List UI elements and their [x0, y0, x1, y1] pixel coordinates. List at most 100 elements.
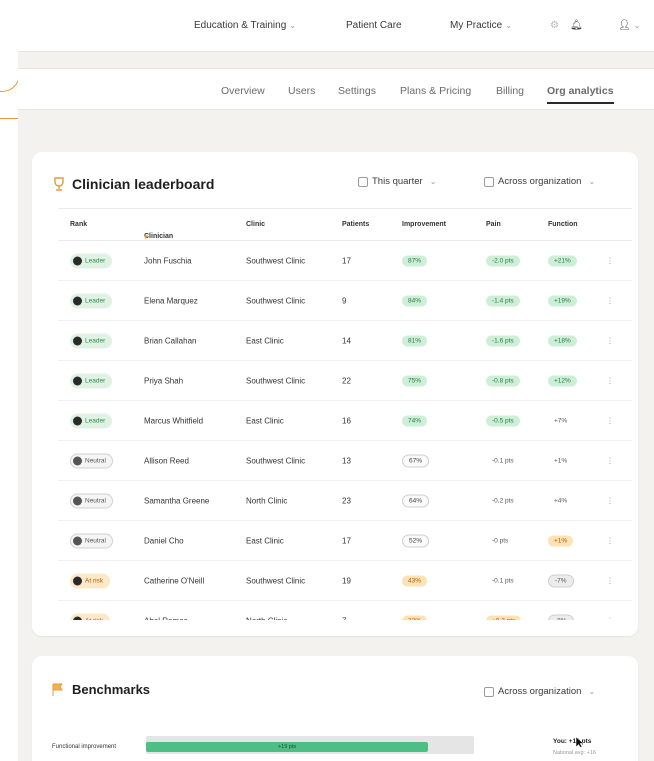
function-value: +21% [548, 255, 577, 266]
column-header-improvement[interactable]: Improvement [402, 221, 446, 228]
nav-patient-care[interactable]: Patient Care [346, 20, 402, 31]
pain-pill: -1.6 pts [486, 335, 520, 346]
more-options-icon[interactable]: ⋮ [606, 296, 614, 305]
clinician-name[interactable]: Daniel Cho [144, 536, 234, 545]
tab-plans-pricing[interactable]: Plans & Pricing [400, 85, 471, 97]
clinician-name[interactable]: Priya Shah [144, 376, 234, 385]
clinic-name: Southwest Clinic [246, 256, 306, 265]
more-options-icon[interactable]: ⋮ [606, 536, 614, 545]
improvement-value: 74% [402, 415, 428, 426]
improvement-pill: 64% [402, 494, 430, 507]
tab-billing[interactable]: Billing [496, 85, 524, 97]
user-icon[interactable]: 👤︎ ⌄ [618, 20, 640, 31]
tab-org-analytics[interactable]: Org analytics [547, 85, 614, 104]
column-header-pain[interactable]: Pain [486, 221, 501, 228]
period-filter-dropdown[interactable]: This quarter ⌄ [358, 176, 436, 187]
table-row[interactable]: At risk Catherine O'Neill Southwest Clinic… [58, 561, 632, 601]
nav-education-training[interactable]: Education & Training ⌄ [194, 20, 296, 31]
function-pill: +4% [548, 495, 573, 506]
table-row[interactable]: Neutral Allison Reed Southwest Clinic 13 67%… [58, 441, 632, 481]
function-value: -8% [548, 614, 574, 620]
tab-overview[interactable]: Overview [221, 85, 265, 97]
rank-dot-icon [73, 496, 82, 505]
trophy-icon [54, 177, 64, 191]
rank-dot-icon [73, 456, 82, 465]
scope-filter-dropdown[interactable]: Across organization ⌄ [484, 176, 595, 187]
table-row[interactable]: Leader John Fuschia Southwest Clinic 17 87% -… [58, 241, 632, 281]
table-row[interactable]: Leader Marcus Whitfield East Clinic 16 74% -0… [58, 401, 632, 441]
clinician-name[interactable]: Brian Callahan [144, 336, 234, 345]
table-row[interactable]: Leader Brian Callahan East Clinic 14 81% -1.6… [58, 321, 632, 361]
table-row[interactable]: Leader Elena Marquez Southwest Clinic 9 84% -… [58, 281, 632, 321]
clinic-name: Southwest Clinic [246, 376, 306, 385]
pain-pill: +0.3 pts [486, 615, 522, 620]
more-options-icon[interactable]: ⋮ [606, 416, 614, 425]
function-pill: +12% [548, 375, 577, 386]
clinic-name: North Clinic [246, 616, 287, 620]
settings-icon[interactable]: ⚙ [550, 20, 559, 31]
clinician-name[interactable]: Samantha Greene [144, 496, 234, 505]
benchmarks-card: Benchmarks Across organization ⌄ Functio… [32, 656, 638, 761]
rank-dot-icon [73, 536, 82, 545]
table-row[interactable]: Neutral Samantha Greene North Clinic 23 64% -… [58, 481, 632, 521]
function-value: +19% [548, 295, 577, 306]
patients-count: 23 [342, 496, 351, 505]
patients-count: 22 [342, 376, 351, 385]
table-row[interactable]: Leader Priya Shah Southwest Clinic 22 75% -0.… [58, 361, 632, 401]
pain-value: +0.3 pts [486, 615, 522, 620]
pain-pill: -2.0 pts [486, 255, 520, 266]
patients-count: 7 [342, 616, 346, 620]
benchmark-bar[interactable]: +19 pts [146, 742, 429, 752]
function-pill: +19% [548, 295, 577, 306]
clinician-name[interactable]: Catherine O'Neill [144, 576, 234, 585]
tab-settings[interactable]: Settings [338, 85, 376, 97]
patients-count: 19 [342, 576, 351, 585]
pain-pill: -0.1 pts [486, 575, 520, 586]
function-pill: -8% [548, 614, 574, 620]
more-options-icon[interactable]: ⋮ [606, 576, 614, 585]
column-header-function[interactable]: Function [548, 221, 578, 228]
table-row[interactable]: Neutral Daniel Cho East Clinic 17 52% -0 pts +… [58, 521, 632, 561]
clinic-name: East Clinic [246, 536, 284, 545]
improvement-value: 84% [402, 295, 428, 306]
leaderboard-title: Clinician leaderboard [52, 176, 214, 192]
more-options-icon[interactable]: ⋮ [606, 456, 614, 465]
clinician-name[interactable]: Abel Ramos [144, 616, 234, 620]
pain-pill: -0.8 pts [486, 375, 520, 386]
rank-label: Leader [85, 257, 106, 264]
clinician-name[interactable]: Marcus Whitfield [144, 416, 234, 425]
column-header-rank[interactable]: Rank [70, 221, 87, 228]
rank-label: Neutral [85, 497, 106, 504]
column-header-patients[interactable]: Patients [342, 221, 369, 228]
mouse-cursor-icon [576, 737, 584, 748]
benchmarks-scope-dropdown[interactable]: Across organization ⌄ [484, 686, 595, 697]
chevron-down-icon: ⌄ [429, 177, 437, 186]
pain-value: -0.2 pts [492, 497, 514, 504]
improvement-pill: 75% [402, 375, 428, 386]
clinician-name[interactable]: Elena Marquez [144, 296, 234, 305]
function-value: -7% [548, 574, 574, 587]
rank-label: Leader [85, 297, 106, 304]
rank-label: At risk [85, 617, 103, 620]
clinic-name: East Clinic [246, 416, 284, 425]
column-header-clinic[interactable]: Clinic [246, 221, 265, 228]
table-row[interactable]: At risk Abel Ramos North Clinic 7 33% +0.3 pt… [58, 601, 632, 620]
scope-filter-label: Across organization [498, 176, 582, 187]
tab-users[interactable]: Users [288, 85, 315, 97]
benchmark-row-label: Functional improvement [52, 744, 117, 750]
more-options-icon[interactable]: ⋮ [606, 336, 614, 345]
clinician-name[interactable]: John Fuschia [144, 256, 234, 265]
function-value: +4% [554, 497, 568, 504]
rank-badge: Leader [70, 333, 113, 348]
more-options-icon[interactable]: ⋮ [606, 496, 614, 505]
function-value: +12% [548, 375, 577, 386]
clinician-name[interactable]: Allison Reed [144, 456, 234, 465]
pain-value: -0 pts [492, 537, 509, 544]
more-options-icon[interactable]: ⋮ [606, 616, 614, 620]
more-options-icon[interactable]: ⋮ [606, 256, 614, 265]
more-options-icon[interactable]: ⋮ [606, 376, 614, 385]
patients-count: 17 [342, 536, 351, 545]
bell-icon[interactable]: 🔔︎ [570, 20, 583, 31]
rank-label: At risk [85, 577, 104, 584]
nav-my-practice[interactable]: My Practice ⌄ [450, 20, 512, 31]
